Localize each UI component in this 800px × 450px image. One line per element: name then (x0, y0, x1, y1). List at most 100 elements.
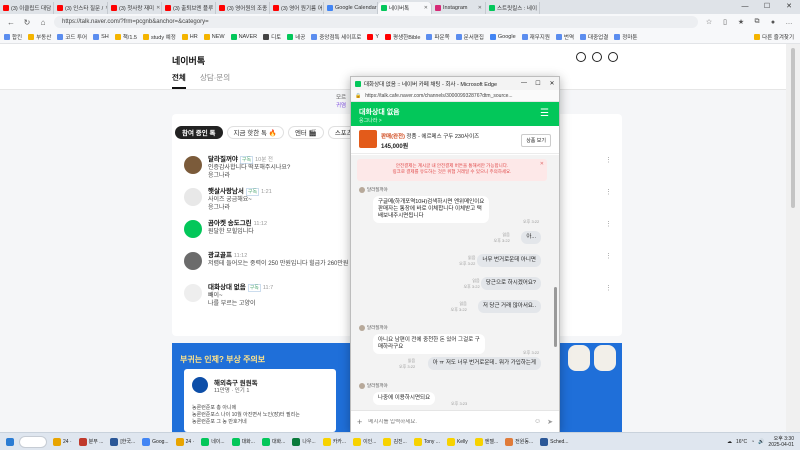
taskbar-app[interactable]: Kelly (445, 435, 470, 449)
taskbar-app[interactable]: 카카... (321, 435, 348, 449)
browser-tab[interactable]: (3) 첫사랑 재미 ✕ (108, 2, 162, 14)
page-scrollbar[interactable] (786, 44, 800, 432)
taskbar-app[interactable]: [한국... (108, 435, 137, 449)
browser-tab[interactable]: (3) 영어 원기름 어✕ (270, 2, 324, 14)
bookmark-item[interactable]: NEW (203, 33, 225, 40)
chat-icon[interactable] (592, 52, 602, 62)
close-icon[interactable]: ✕ (156, 5, 160, 11)
refresh-icon[interactable]: ↻ (22, 18, 32, 27)
send-icon[interactable]: ➤ (547, 418, 553, 426)
bookmark-item[interactable]: 디토 (263, 33, 281, 41)
maximize-icon[interactable]: ☐ (756, 0, 778, 14)
filter-chip[interactable]: 참여 중인 톡 (175, 126, 223, 139)
other-bookmarks[interactable]: 다른 즐겨찾기 (754, 33, 794, 41)
close-icon[interactable]: ✕ (778, 0, 800, 14)
chat-cafe-link[interactable]: 응그나라 > (359, 117, 551, 124)
favorite-star-icon[interactable]: ☆ (704, 18, 714, 26)
clock[interactable]: 오후 3:30 2025-04-01 (768, 436, 794, 448)
bookmark-item[interactable]: 문서편집 (455, 33, 484, 41)
taskbar-app[interactable]: 엔젤... (473, 435, 500, 449)
browser-tab[interactable]: (3) 출퇴브엔 플루 필✕ (162, 2, 216, 14)
taskbar-app[interactable]: Tony ... (412, 435, 442, 449)
filter-chip[interactable]: 엔터 🎬 (287, 126, 324, 139)
bookmark-item[interactable]: study 예정 (142, 33, 176, 41)
bookmark-item[interactable]: 재무지원 (521, 33, 550, 41)
bookmark-item[interactable]: 코드 투어 (57, 33, 87, 41)
maximize-icon[interactable]: ☐ (531, 80, 545, 87)
bookmark-item[interactable]: 파운쪽 (426, 33, 450, 41)
close-icon[interactable]: ✕ (478, 5, 482, 11)
taskbar-app[interactable]: 대화... (230, 435, 257, 449)
taskbar-app[interactable]: 이인... (351, 435, 378, 449)
more-options-icon[interactable]: ⋮ (605, 252, 612, 260)
close-icon[interactable]: ✕ (424, 5, 428, 11)
more-options-icon[interactable]: ⋮ (605, 220, 612, 228)
bookmark-item[interactable]: Y (367, 33, 379, 40)
back-icon[interactable]: ← (6, 18, 16, 27)
bookmark-item[interactable]: 책/1.5 (114, 33, 137, 41)
taskbar-app[interactable]: 24 · (51, 435, 74, 449)
minimize-icon[interactable]: — (734, 0, 756, 14)
menu-icon[interactable]: ☰ (540, 109, 549, 119)
bookmark-item[interactable]: SH (93, 33, 109, 40)
taskbar-app[interactable]: 전원동... (503, 435, 535, 449)
browser-tab[interactable]: (3) 인스타 질문 /✕ (54, 2, 108, 14)
taskbar-app[interactable]: 24 · (174, 435, 197, 449)
volume-icon[interactable]: 🔊 (758, 439, 764, 445)
bookmark-item[interactable]: 부동산 (28, 33, 51, 41)
more-options-icon[interactable]: ⋮ (605, 284, 612, 292)
taskbar-app[interactable]: 분부 ... (77, 435, 106, 449)
popup-url[interactable]: https://talk.cafe.naver.com/channels/300… (365, 93, 512, 99)
browser-tab[interactable]: Instagram ✕ (432, 2, 486, 14)
browser-tab[interactable]: (3) 영어원의 조종✕ (216, 2, 270, 14)
wifi-icon[interactable]: ◔ (751, 439, 754, 445)
browser-tab[interactable]: Google Calendar -✕ (324, 2, 378, 14)
close-icon[interactable]: ✕ (545, 80, 559, 87)
taskbar-search[interactable] (19, 435, 47, 448)
close-icon[interactable]: ✕ (539, 5, 540, 11)
bookmark-item[interactable]: HR (181, 33, 198, 40)
scroll-thumb[interactable] (554, 287, 557, 347)
scroll-thumb[interactable] (791, 48, 795, 208)
bookmark-item[interactable]: 번역 (555, 33, 574, 41)
taskbar-app[interactable]: 대화... (260, 435, 287, 449)
search-icon[interactable] (576, 52, 586, 62)
minimize-icon[interactable]: — (517, 80, 531, 87)
browser-tab[interactable]: (3) 이클립드 대담 .✕ (0, 2, 54, 14)
split-screen-icon[interactable]: ▯ (720, 18, 730, 26)
more-options-icon[interactable]: ⋮ (605, 156, 612, 164)
taskbar-app[interactable]: Goog... (140, 435, 170, 449)
more-icon[interactable]: … (784, 19, 794, 26)
emoji-icon[interactable]: ☺ (534, 418, 541, 425)
chat-scrollbar[interactable] (554, 157, 557, 407)
plus-icon[interactable]: + (357, 417, 362, 427)
bookmark-item[interactable]: 평생한Bible (385, 33, 420, 41)
close-icon[interactable]: ✕ (540, 161, 544, 167)
taskbar-app[interactable]: Sched... (538, 435, 570, 449)
bookmark-item[interactable]: NAVER (230, 33, 257, 40)
banner-card[interactable]: 해외축구 원원독 11만명 · 인기 1 농론런준포 총 아니에 농론런준포스 … (184, 369, 336, 432)
url-field[interactable]: https://talk.naver.com/?frm=pcgnb&anchor… (54, 16, 698, 28)
bookmark-item[interactable]: 네공 (287, 33, 305, 41)
more-options-icon[interactable]: ⋮ (605, 188, 612, 196)
taskbar-app[interactable]: 김진... (381, 435, 408, 449)
taskbar-app[interactable]: 네이... (199, 435, 226, 449)
start-button[interactable] (4, 435, 16, 449)
bookmark-item[interactable]: 중앙점특 세이프로 (311, 33, 361, 41)
bookmark-item[interactable]: 대중업결 (580, 33, 608, 41)
browser-tab[interactable]: 네이버톡 ✕ (378, 2, 432, 14)
home-icon[interactable]: ⌂ (38, 18, 48, 27)
favorites-icon[interactable]: ★ (736, 18, 746, 26)
bookmark-item[interactable]: 합킨 (4, 33, 22, 41)
bookmark-item[interactable]: Google (489, 33, 516, 40)
collections-icon[interactable]: ⧉ (752, 18, 762, 26)
taskbar-app[interactable]: 나우... (290, 435, 317, 449)
filter-chip[interactable]: 지금 핫한 톡 🔥 (226, 126, 284, 139)
view-product-button[interactable]: 상품 보기 (521, 134, 551, 147)
settings-icon[interactable] (608, 52, 618, 62)
message-input[interactable] (368, 418, 528, 425)
tab-consult[interactable]: 상담·문의 (200, 72, 230, 83)
browser-tab[interactable]: 스트릿킬스 : 네이✕ (486, 2, 540, 14)
tab-all[interactable]: 전체 (172, 72, 186, 89)
bookmark-item[interactable]: 정마툰 (614, 33, 637, 41)
